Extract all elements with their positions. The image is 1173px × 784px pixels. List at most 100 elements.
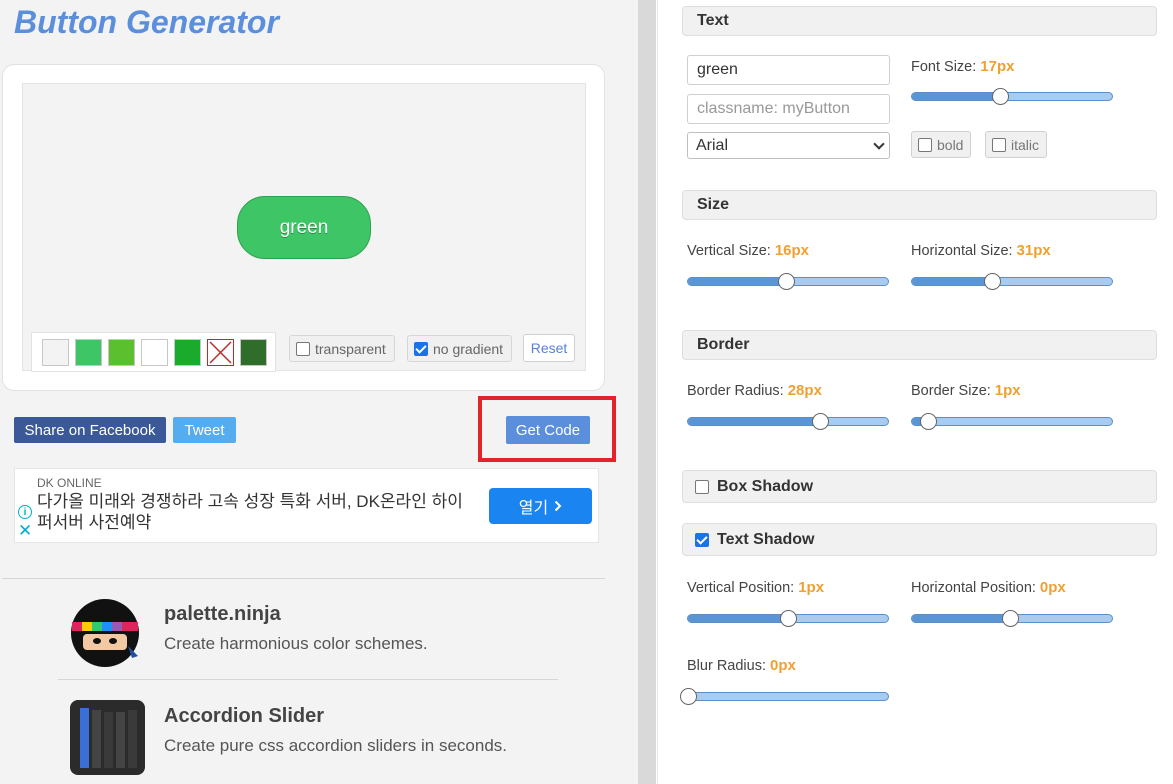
promo-title[interactable]: Accordion Slider bbox=[164, 705, 324, 728]
transparent-checkbox[interactable] bbox=[296, 341, 310, 356]
text-section-header: Text bbox=[682, 6, 1157, 36]
promo-title[interactable]: palette.ninja bbox=[164, 603, 281, 626]
preview-area: green transparent no gradient Reset bbox=[22, 83, 586, 372]
no-color-x-icon bbox=[209, 340, 232, 364]
italic-label: italic bbox=[1011, 136, 1040, 153]
vertical-size-value: 16px bbox=[774, 242, 810, 259]
slider-handle[interactable] bbox=[780, 610, 797, 627]
bold-checkbox[interactable] bbox=[918, 137, 932, 152]
horizontal-size-label-text: Horizontal Size: bbox=[911, 243, 1013, 259]
ad-info-icon[interactable]: i bbox=[18, 505, 32, 519]
settings-panel: Text green classname: myButton Arial Fon… bbox=[660, 0, 1173, 784]
border-radius-slider[interactable] bbox=[687, 413, 889, 430]
transparent-label: transparent bbox=[315, 340, 386, 357]
slider-handle[interactable] bbox=[778, 273, 795, 290]
blur-radius-slider[interactable] bbox=[680, 688, 889, 705]
shadow-vertical-position-value: 1px bbox=[798, 579, 825, 596]
ad-open-button[interactable]: 열기 bbox=[489, 488, 592, 524]
ad-banner[interactable]: DK ONLINE 다가올 미래와 경쟁하라 고속 성장 특화 서버, DK온라… bbox=[14, 468, 599, 543]
vertical-size-label: Vertical Size: 16px bbox=[687, 242, 809, 259]
slider-fill bbox=[912, 93, 1000, 100]
shadow-horizontal-position-value: 0px bbox=[1039, 579, 1066, 596]
chevron-down-icon bbox=[873, 138, 885, 150]
slider-handle[interactable] bbox=[680, 688, 697, 705]
slider-fill bbox=[688, 278, 786, 285]
shadow-vertical-position-label-text: Vertical Position: bbox=[687, 580, 795, 596]
font-family-select[interactable]: Arial bbox=[687, 132, 890, 159]
box-shadow-checkbox[interactable] bbox=[695, 479, 709, 494]
promo-desc: Create harmonious color schemes. bbox=[164, 634, 428, 653]
slider-fill bbox=[912, 615, 1010, 622]
border-radius-value: 28px bbox=[787, 382, 822, 399]
swatch-lime-green[interactable] bbox=[108, 338, 135, 366]
button-text-input[interactable]: green bbox=[687, 55, 890, 85]
swatch-dark-green[interactable] bbox=[240, 338, 267, 366]
border-section-title: Border bbox=[697, 336, 750, 353]
swatch-green[interactable] bbox=[75, 338, 102, 366]
horizontal-size-slider[interactable] bbox=[911, 273, 1113, 290]
slider-handle[interactable] bbox=[992, 88, 1009, 105]
preview-button[interactable]: green bbox=[237, 196, 371, 259]
shadow-horizontal-position-slider[interactable] bbox=[911, 610, 1113, 627]
accordion-slider-logo-icon bbox=[70, 700, 145, 775]
horizontal-size-value: 31px bbox=[1016, 242, 1051, 259]
tweet-button[interactable]: Tweet bbox=[173, 417, 236, 443]
border-size-slider[interactable] bbox=[911, 413, 1113, 430]
border-section-header: Border bbox=[682, 330, 1157, 360]
ad-text[interactable]: 다가올 미래와 경쟁하라 고속 성장 특화 서버, DK온라인 하이퍼서버 사전… bbox=[37, 491, 477, 533]
shadow-vertical-position-slider[interactable] bbox=[687, 610, 889, 627]
slider-handle[interactable] bbox=[812, 413, 829, 430]
promo-divider bbox=[58, 679, 558, 680]
box-shadow-section-header[interactable]: Box Shadow bbox=[682, 470, 1157, 503]
no-gradient-checkbox[interactable] bbox=[414, 341, 428, 356]
vertical-size-label-text: Vertical Size: bbox=[687, 243, 771, 259]
border-radius-label: Border Radius: 28px bbox=[687, 382, 822, 399]
slider-handle[interactable] bbox=[1002, 610, 1019, 627]
swatch-white[interactable] bbox=[141, 338, 168, 366]
slider-handle[interactable] bbox=[920, 413, 937, 430]
slider-handle[interactable] bbox=[984, 273, 1001, 290]
blur-radius-value: 0px bbox=[769, 657, 796, 674]
border-size-value: 1px bbox=[994, 382, 1021, 399]
transparent-toggle[interactable]: transparent bbox=[289, 335, 395, 362]
text-shadow-checkbox[interactable] bbox=[695, 532, 709, 547]
size-section-header: Size bbox=[682, 190, 1157, 220]
border-size-label-text: Border Size: bbox=[911, 383, 991, 399]
classname-input[interactable]: classname: myButton bbox=[687, 94, 890, 124]
italic-toggle[interactable]: italic bbox=[985, 131, 1048, 158]
share-facebook-button[interactable]: Share on Facebook bbox=[14, 417, 166, 443]
size-section-title: Size bbox=[697, 196, 730, 213]
font-size-label: Font Size: 17px bbox=[911, 58, 1014, 75]
text-section-title: Text bbox=[697, 12, 729, 29]
swatch-none[interactable] bbox=[207, 338, 234, 366]
promo-accordion-slider[interactable]: Accordion Slider Create pure css accordi… bbox=[58, 698, 558, 784]
divider bbox=[2, 578, 605, 579]
ninja-logo-icon bbox=[70, 598, 145, 673]
text-shadow-section-header[interactable]: Text Shadow bbox=[682, 523, 1157, 556]
shadow-horizontal-position-label: Horizontal Position: 0px bbox=[911, 579, 1066, 596]
panel-scrollbar[interactable] bbox=[638, 0, 656, 784]
font-size-slider[interactable] bbox=[911, 88, 1113, 105]
left-panel: Button Generator green transparent no gr… bbox=[0, 0, 638, 784]
box-shadow-title: Box Shadow bbox=[717, 477, 814, 495]
vertical-size-slider[interactable] bbox=[687, 273, 889, 290]
ad-open-label: 열기 bbox=[518, 500, 549, 517]
reset-button[interactable]: Reset bbox=[523, 334, 575, 362]
italic-checkbox[interactable] bbox=[992, 137, 1006, 152]
bold-toggle[interactable]: bold bbox=[911, 131, 972, 158]
panel-divider bbox=[657, 0, 658, 784]
swatch-light-gray[interactable] bbox=[42, 338, 69, 366]
horizontal-size-label: Horizontal Size: 31px bbox=[911, 242, 1051, 259]
promo-palette-ninja[interactable]: palette.ninja Create harmonious color sc… bbox=[58, 596, 558, 686]
blur-radius-label-text: Blur Radius: bbox=[687, 658, 766, 674]
ad-sponsor: DK ONLINE bbox=[37, 476, 102, 490]
get-code-button[interactable]: Get Code bbox=[506, 416, 590, 444]
swatch-bright-green[interactable] bbox=[174, 338, 201, 366]
ad-close-icon[interactable]: ✕ bbox=[18, 522, 32, 539]
no-gradient-toggle[interactable]: no gradient bbox=[407, 335, 513, 362]
promo-desc: Create pure css accordion sliders in sec… bbox=[164, 736, 507, 755]
preview-card: green transparent no gradient Reset bbox=[2, 64, 605, 391]
text-shadow-title: Text Shadow bbox=[717, 530, 815, 548]
chevron-right-icon bbox=[555, 500, 562, 512]
slider-fill bbox=[688, 418, 820, 425]
